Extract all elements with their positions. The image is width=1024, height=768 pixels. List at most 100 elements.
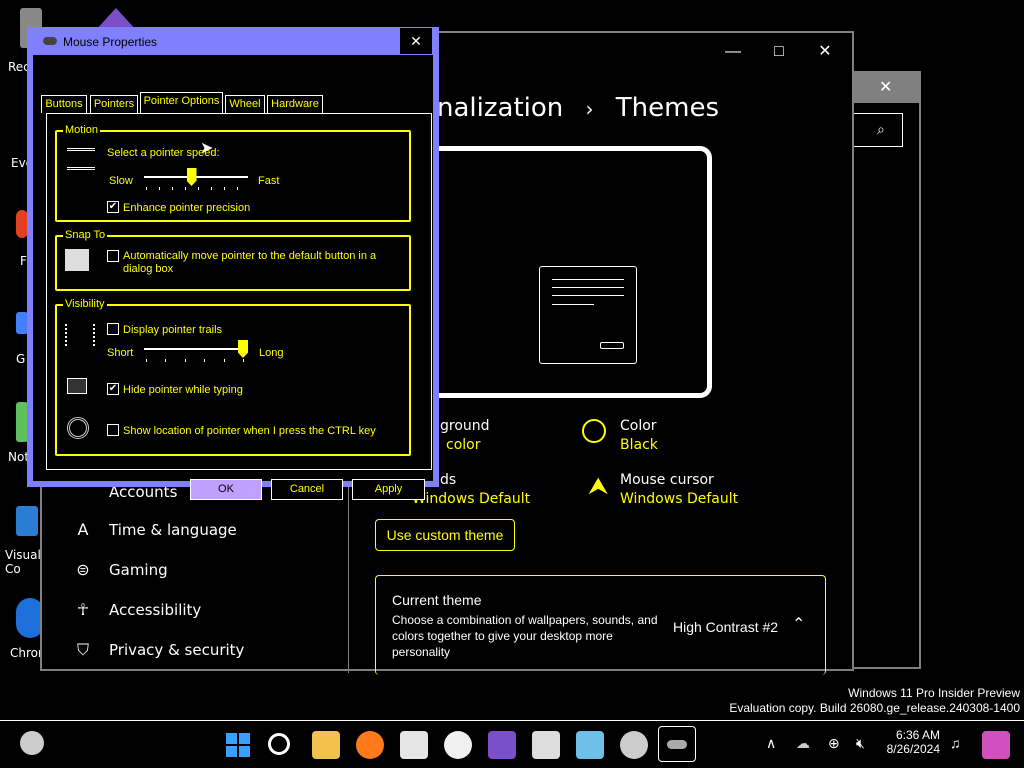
slider-thumb[interactable] xyxy=(186,168,197,186)
onedrive-icon[interactable]: ☁ xyxy=(796,735,810,752)
desktop-icon-label: Visual Co xyxy=(5,548,41,576)
copilot-icon[interactable] xyxy=(982,731,1010,759)
minimize-button[interactable]: — xyxy=(710,39,756,65)
background-option-label[interactable]: ground xyxy=(440,418,490,434)
color-option-value: Black xyxy=(620,437,658,453)
pointer-trails-checkbox[interactable] xyxy=(107,323,119,335)
globe-icon[interactable]: ⊕ xyxy=(828,735,840,752)
search-icon: ⌕ xyxy=(877,121,885,137)
page-title: nalization › Themes xyxy=(437,93,719,123)
mouse-properties-taskbar-button[interactable] xyxy=(658,726,696,762)
desktop-icon-label: F xyxy=(20,254,27,268)
snap-to-icon xyxy=(65,249,89,271)
tab-pointers[interactable]: Pointers xyxy=(90,95,138,113)
sounds-option-value: Windows Default xyxy=(412,491,531,507)
enhance-precision-checkbox[interactable]: ✔ xyxy=(107,201,119,213)
nav-item-time-language[interactable]: A Time & language xyxy=(72,515,332,545)
current-theme-card[interactable]: Current theme Choose a combination of wa… xyxy=(375,575,826,675)
vscode-icon xyxy=(16,506,38,536)
slider-tick xyxy=(146,359,147,362)
notification-bell-icon[interactable]: ♫ xyxy=(950,735,961,751)
apply-button[interactable]: Apply xyxy=(352,479,425,500)
slider-tick xyxy=(243,359,244,362)
paint-icon[interactable] xyxy=(444,731,472,759)
group-label: Snap To xyxy=(63,229,108,241)
accessibility-icon: ☥ xyxy=(77,600,89,619)
desktop-icon-label: Not xyxy=(8,450,30,464)
close-button[interactable]: ✕ xyxy=(802,39,848,65)
tab-hardware[interactable]: Hardware xyxy=(267,95,323,113)
nav-item-accessibility[interactable]: ☥ Accessibility xyxy=(72,595,332,625)
mouse-cursor-option-value: Windows Default xyxy=(620,491,739,507)
watermark-line-1: Windows 11 Pro Insider Preview xyxy=(848,686,1020,700)
mouse-cursor-icon: ⮝ xyxy=(588,473,609,500)
tab-pointer-options[interactable]: Pointer Options xyxy=(140,92,223,114)
use-custom-theme-button[interactable]: Use custom theme xyxy=(375,519,515,551)
current-theme-value: High Contrast #2 xyxy=(673,619,779,635)
breadcrumb-current: Themes xyxy=(615,93,720,123)
app-icon[interactable] xyxy=(400,731,428,759)
shield-icon: ⛉ xyxy=(76,640,89,659)
hide-pointer-icon xyxy=(67,378,87,394)
hide-pointer-checkbox[interactable]: ✔ xyxy=(107,383,119,395)
slider-thumb[interactable] xyxy=(238,340,248,358)
pointer-speed-icon xyxy=(67,148,95,170)
cancel-button[interactable]: Cancel xyxy=(271,479,343,500)
nav-item-gaming[interactable]: ⊜ Gaming xyxy=(72,555,332,585)
color-option-label[interactable]: Color xyxy=(620,418,657,434)
tab-buttons[interactable]: Buttons xyxy=(41,95,87,113)
palette-icon xyxy=(582,419,606,443)
chevron-up-icon[interactable]: ∧ xyxy=(766,735,776,752)
visual-studio-icon[interactable] xyxy=(488,731,516,759)
slider-tick xyxy=(211,187,212,190)
taskbar: ∧ ☁ ⊕ 🔇︎ 6:36 AM 8/26/2024 ♫ xyxy=(0,720,1024,768)
preview-button xyxy=(600,342,624,349)
firefox-icon[interactable] xyxy=(356,731,384,759)
long-label: Long xyxy=(259,347,284,359)
language-icon: A xyxy=(77,520,89,539)
close-icon[interactable]: ✕ xyxy=(879,77,892,97)
store-icon[interactable] xyxy=(532,731,560,759)
motion-group: Motion Select a pointer speed: Slow Fast… xyxy=(55,124,411,222)
breadcrumb-parent[interactable]: nalization xyxy=(437,93,563,123)
control-panel-icon[interactable] xyxy=(576,731,604,759)
gamepad-icon: ⊜ xyxy=(76,560,90,579)
short-label: Short xyxy=(107,347,134,359)
clock-time: 6:36 AM xyxy=(895,728,940,742)
ctrl-locate-label: Show location of pointer when I press th… xyxy=(123,425,376,437)
mouse-cursor-option-label[interactable]: Mouse cursor xyxy=(620,472,714,488)
maximize-button[interactable]: □ xyxy=(756,39,802,65)
sounds-option-label[interactable]: ds xyxy=(440,472,456,488)
tab-wheel[interactable]: Wheel xyxy=(225,95,265,113)
dialog-body: Buttons Pointers Pointer Options Wheel H… xyxy=(33,55,433,500)
search-icon[interactable] xyxy=(268,733,290,755)
preview-line xyxy=(552,287,624,288)
slider-tick xyxy=(146,187,147,190)
preview-line xyxy=(552,295,624,296)
mouse-pointer-icon: ➤ xyxy=(200,140,214,157)
dialog-close-button[interactable]: ✕ xyxy=(400,28,432,54)
file-explorer-icon[interactable] xyxy=(312,731,340,759)
windows-logo-icon xyxy=(226,733,237,744)
ctrl-locate-checkbox[interactable] xyxy=(107,424,119,436)
fast-label: Fast xyxy=(258,175,280,187)
nav-item-label: Gaming xyxy=(109,561,168,579)
chevron-up-icon[interactable]: ⌃ xyxy=(792,614,805,634)
weather-icon[interactable] xyxy=(20,731,44,755)
slider-tick xyxy=(185,359,186,362)
clock-date: 8/26/2024 xyxy=(886,742,940,756)
settings-gear-icon[interactable] xyxy=(620,731,648,759)
nav-item-privacy-security[interactable]: ⛉ Privacy & security xyxy=(72,635,332,665)
snap-to-checkbox[interactable] xyxy=(107,250,119,262)
group-label: Visibility xyxy=(63,298,107,310)
watermark-line-2: Evaluation copy. Build 26080.ge_release.… xyxy=(729,701,1020,715)
slider-tick xyxy=(165,359,166,362)
snap-to-group: Snap To Automatically move pointer to th… xyxy=(55,229,411,291)
ok-button[interactable]: OK xyxy=(190,479,262,500)
volume-icon[interactable]: 🔇︎ xyxy=(856,735,865,752)
start-button[interactable] xyxy=(224,731,252,759)
pointer-trails-icon xyxy=(65,324,95,346)
nav-item-label: Privacy & security xyxy=(109,641,245,659)
desktop-icon-label: G xyxy=(16,352,26,366)
clock[interactable]: 6:36 AM 8/26/2024 xyxy=(884,728,940,756)
